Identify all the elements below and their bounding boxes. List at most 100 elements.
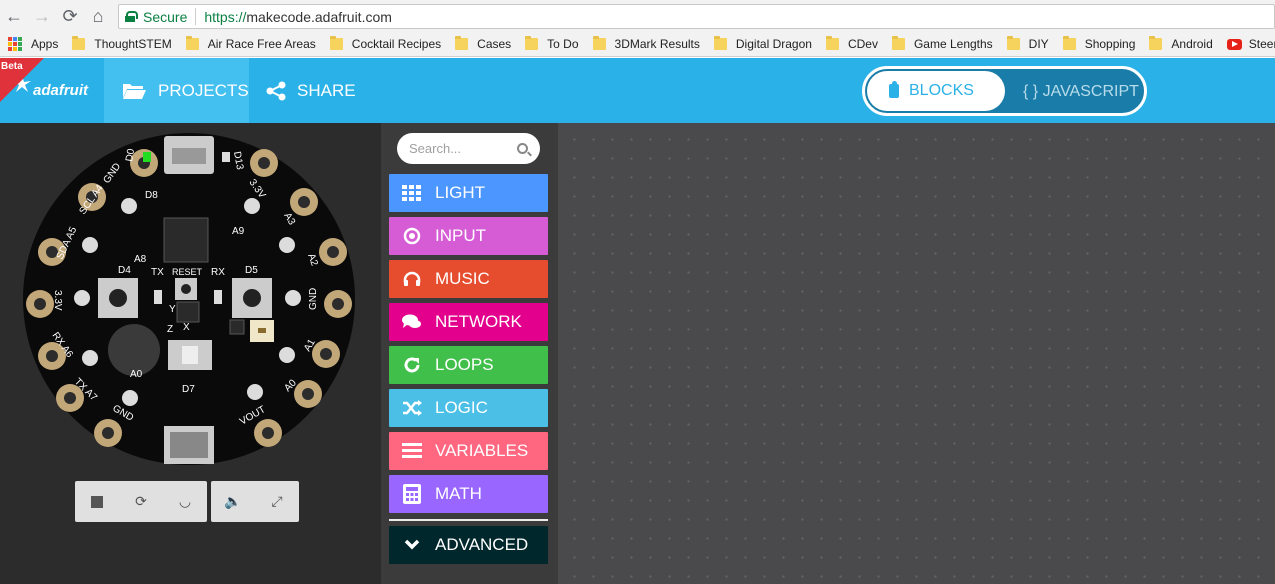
- category-loops[interactable]: LOOPS: [389, 346, 548, 384]
- bookmark-label: 3DMark Results: [614, 37, 700, 51]
- folder-open-icon: [123, 83, 146, 99]
- fullscreen-icon: ⤢: [271, 493, 283, 509]
- snail-icon: ◡: [178, 493, 192, 509]
- back-icon[interactable]: ←: [0, 2, 28, 30]
- category-light[interactable]: LIGHT: [389, 174, 548, 212]
- category-input[interactable]: INPUT: [389, 217, 548, 255]
- blocks-label: BLOCKS: [909, 82, 974, 99]
- bookmark-label: Air Race Free Areas: [207, 37, 316, 51]
- pin-label-a8: A8: [134, 254, 147, 265]
- category-label: LOOPS: [435, 355, 494, 374]
- projects-button[interactable]: PROJECTS: [104, 58, 249, 123]
- bookmark-cdev[interactable]: CDev: [825, 36, 878, 51]
- slowmo-button[interactable]: ◡: [174, 491, 196, 513]
- javascript-toggle-button[interactable]: { } JAVASCRIPT: [1023, 83, 1139, 101]
- folder-icon: [72, 36, 86, 50]
- bookmark-label: CDev: [847, 37, 878, 51]
- bookmark-game-lengths[interactable]: Game Lengths: [891, 36, 993, 51]
- url-text[interactable]: https://makecode.adafruit.com: [196, 9, 392, 25]
- url-host: makecode.adafruit.com: [246, 8, 392, 25]
- pin-label-a9: A9: [232, 226, 245, 237]
- bookmark-cases[interactable]: Cases: [455, 36, 511, 51]
- bookmark-diy[interactable]: DIY: [1006, 36, 1049, 51]
- speaker-icon: 🔈: [224, 493, 242, 509]
- bookmark-label: Shopping: [1084, 37, 1136, 51]
- bookmark-label: Game Lengths: [913, 37, 993, 51]
- pin-label-d0: D0: [124, 148, 137, 163]
- folder-icon: [1006, 36, 1020, 50]
- category-variables[interactable]: VARIABLES: [389, 432, 548, 470]
- bookmark-label: To Do: [547, 37, 579, 51]
- bookmark-thoughtstem[interactable]: ThoughtSTEM: [72, 36, 172, 51]
- bookmark-label: Steerner: [1248, 37, 1275, 51]
- axis-label-z: Z: [167, 324, 173, 335]
- url-protocol: https://: [204, 8, 247, 25]
- bookmark-android[interactable]: Android: [1149, 36, 1213, 51]
- bookmark-air-race[interactable]: Air Race Free Areas: [185, 36, 316, 51]
- stop-button[interactable]: [86, 491, 108, 513]
- secure-badge[interactable]: Secure: [119, 8, 197, 25]
- share-button[interactable]: SHARE: [249, 58, 356, 123]
- category-label: MATH: [435, 484, 482, 503]
- category-music[interactable]: MUSIC: [389, 260, 548, 298]
- bookmark-steerner[interactable]: Steerner: [1226, 37, 1275, 51]
- bookmarks-bar: Apps ThoughtSTEM Air Race Free Areas Coc…: [0, 32, 1275, 57]
- projects-label: PROJECTS: [158, 80, 249, 100]
- pin-label-d7: D7: [182, 384, 195, 395]
- bookmark-shopping[interactable]: Shopping: [1062, 36, 1136, 51]
- bookmark-label: Digital Dragon: [735, 37, 812, 51]
- pad-label-gnd-right: GND: [308, 288, 319, 310]
- category-logic[interactable]: LOGIC: [389, 389, 548, 427]
- circuit-playground-board[interactable]: D0 D13 D8 A9 A8 D4 TX RESET RX D5 Y Z X …: [22, 130, 356, 468]
- headphones-icon: [402, 269, 422, 289]
- mute-button[interactable]: 🔈: [222, 491, 244, 513]
- search-placeholder: Search...: [409, 141, 462, 156]
- puzzle-icon: [889, 81, 899, 98]
- bookmark-apps[interactable]: Apps: [8, 37, 58, 51]
- pin-label-rx: RX: [211, 267, 225, 278]
- secure-label: Secure: [143, 8, 188, 25]
- toolbox-search-input[interactable]: Search...: [397, 133, 540, 164]
- bookmark-todo[interactable]: To Do: [525, 36, 579, 51]
- category-label: NETWORK: [435, 312, 522, 331]
- folder-icon: [329, 36, 343, 50]
- folder-icon: [1062, 36, 1076, 50]
- reload-icon[interactable]: ⟳: [56, 2, 84, 30]
- category-network[interactable]: NETWORK: [389, 303, 548, 341]
- editor-toggle: BLOCKS { } JAVASCRIPT: [862, 66, 1147, 116]
- search-icon: [517, 143, 528, 154]
- bookmark-label: Android: [1171, 37, 1213, 51]
- forward-icon[interactable]: →: [28, 2, 56, 30]
- restart-icon: ⟳: [135, 493, 147, 509]
- folder-icon: [1149, 36, 1163, 50]
- blocks-toggle-button[interactable]: BLOCKS: [867, 71, 1005, 111]
- restart-button[interactable]: ⟳: [130, 491, 152, 513]
- folder-icon: [455, 36, 469, 50]
- bookmark-digital-dragon[interactable]: Digital Dragon: [713, 36, 812, 51]
- home-icon[interactable]: ⌂: [84, 2, 112, 30]
- bookmark-label: Apps: [31, 37, 59, 51]
- beta-label: Beta: [1, 61, 23, 72]
- blocks-workspace[interactable]: [558, 123, 1275, 584]
- folder-icon: [525, 36, 539, 50]
- folder-icon: [713, 36, 727, 50]
- share-icon: [266, 81, 286, 100]
- pin-label-tx: TX: [151, 267, 164, 278]
- share-label: SHARE: [297, 80, 356, 100]
- bookmark-label: ThoughtSTEM: [94, 37, 172, 51]
- pin-label-d4: D4: [118, 265, 131, 276]
- address-bar[interactable]: Secure https://makecode.adafruit.com: [118, 4, 1275, 29]
- category-label: LIGHT: [435, 183, 486, 202]
- lock-icon: [125, 11, 138, 22]
- fullscreen-button[interactable]: ⤢: [266, 491, 288, 513]
- stop-icon: [91, 495, 103, 508]
- bookmark-3dmark[interactable]: 3DMark Results: [592, 36, 700, 51]
- category-advanced[interactable]: ADVANCED: [389, 526, 548, 564]
- category-math[interactable]: MATH: [389, 475, 548, 513]
- bookmark-label: DIY: [1028, 37, 1049, 51]
- shuffle-icon: [402, 398, 422, 418]
- category-label: ADVANCED: [435, 535, 529, 554]
- grid-icon: [402, 183, 422, 203]
- chat-icon: [402, 312, 422, 332]
- bookmark-cocktail[interactable]: Cocktail Recipes: [329, 36, 441, 51]
